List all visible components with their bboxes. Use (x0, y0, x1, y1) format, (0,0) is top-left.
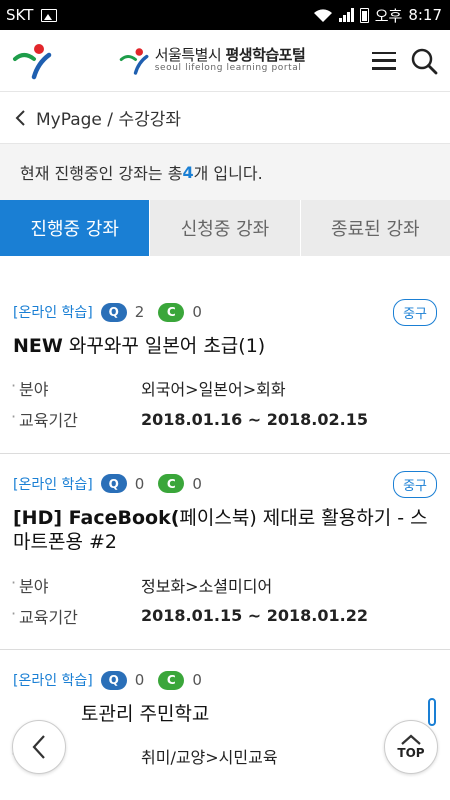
breadcrumb: MyPage / 수강강좌 (0, 92, 450, 144)
q-badge-icon: Q (100, 670, 127, 690)
hamburger-icon[interactable] (371, 51, 396, 70)
gallery-notification-icon (41, 8, 58, 22)
scroll-top-button[interactable]: TOP (384, 720, 438, 774)
status-bar: SKT 오후 8:17 (0, 0, 450, 30)
period-value: 2018.01.16 ~ 2018.02.15 (141, 409, 368, 429)
field-label: 분야 (11, 573, 141, 597)
course-card[interactable]: [온라인 학습] Q 0 C 0 중구 [HD] FaceBook(페이스북) … (0, 454, 450, 651)
c-count: 0 (192, 303, 202, 321)
back-button[interactable] (12, 720, 66, 774)
period-label: 교육기간 (11, 407, 141, 431)
q-count: 2 (134, 303, 145, 321)
wifi-icon (313, 8, 332, 22)
field-value: 정보화>소셜미디어 (141, 576, 273, 596)
carrier-label: SKT (6, 6, 34, 24)
field-value: 취미/교양>시민교육 (141, 748, 278, 768)
scrollbar-thumb[interactable] (428, 698, 436, 726)
chevron-left-icon[interactable] (14, 109, 26, 127)
breadcrumb-root[interactable]: MyPage (36, 110, 102, 130)
district-badge: 중구 (393, 299, 437, 326)
course-title[interactable]: [HD] FaceBook(페이스북) 제대로 활용하기 - 스마트폰용 #2 (13, 506, 436, 555)
course-count-notice: 현재 진행중인 강좌는 총 4개 입니다. (0, 144, 450, 200)
course-card[interactable]: [온라인 학습] Q 0 C 0 토관리 주민학교 분야 취미/교양>시민교육 (0, 650, 450, 790)
q-count: 0 (134, 671, 145, 690)
search-icon[interactable] (410, 47, 438, 75)
tab-in-progress[interactable]: 진행중 강좌 (0, 200, 150, 256)
battery-icon (359, 7, 369, 23)
chevron-up-icon (401, 734, 421, 745)
seoul-symbol-icon (119, 47, 149, 75)
field-label: 분야 (11, 376, 141, 400)
brand-logo[interactable]: 서울특별시 평생학습포털 seoul lifelong learning por… (119, 46, 306, 76)
breadcrumb-separator: / (107, 110, 114, 130)
tab-applying[interactable]: 신청중 강좌 (149, 200, 300, 256)
course-card[interactable]: [온라인 학습] Q 2 C 0 중구 NEW 와꾸와꾸 일본어 초급(1) 분… (0, 282, 450, 454)
c-count: 0 (192, 671, 202, 690)
period-label: 교육기간 (11, 604, 141, 628)
brand-title: 서울특별시 평생학습포털 (154, 46, 306, 65)
ampm-label: 오후 (374, 6, 403, 25)
course-category: [온라인 학습] (13, 673, 93, 690)
district-badge: 중구 (393, 470, 437, 498)
field-value: 외국어>일본어>회화 (141, 380, 286, 400)
q-badge-icon: Q (100, 474, 127, 494)
c-badge-icon: C (158, 474, 185, 494)
tab-finished[interactable]: 종료된 강좌 (299, 200, 450, 256)
period-value: 2018.01.15 ~ 2018.01.22 (141, 606, 368, 626)
c-count: 0 (192, 474, 202, 493)
signal-icon (338, 8, 354, 22)
course-title[interactable]: NEW 와꾸와꾸 일본어 초급(1) (13, 334, 436, 359)
course-count: 4 (182, 162, 194, 182)
q-count: 0 (134, 474, 145, 493)
chevron-left-icon (32, 735, 45, 759)
q-badge-icon: Q (100, 302, 127, 322)
app-header: 서울특별시 평생학습포털 seoul lifelong learning por… (0, 30, 450, 92)
course-title[interactable]: 토관리 주민학교 (13, 702, 436, 727)
c-badge-icon: C (158, 302, 185, 322)
breadcrumb-current: 수강강좌 (118, 110, 181, 130)
brand-subtitle: seoul lifelong learning portal (154, 62, 302, 73)
scroll-top-label: TOP (397, 746, 425, 760)
c-badge-icon: C (158, 670, 185, 690)
course-category: [온라인 학습] (13, 476, 93, 493)
clock-label: 8:17 (408, 6, 442, 24)
course-category: [온라인 학습] (13, 305, 93, 321)
course-list: [온라인 학습] Q 2 C 0 중구 NEW 와꾸와꾸 일본어 초급(1) 분… (0, 256, 450, 790)
course-tabs: 진행중 강좌 신청중 강좌 종료된 강좌 (0, 200, 450, 256)
home-logo-icon[interactable] (12, 41, 52, 81)
